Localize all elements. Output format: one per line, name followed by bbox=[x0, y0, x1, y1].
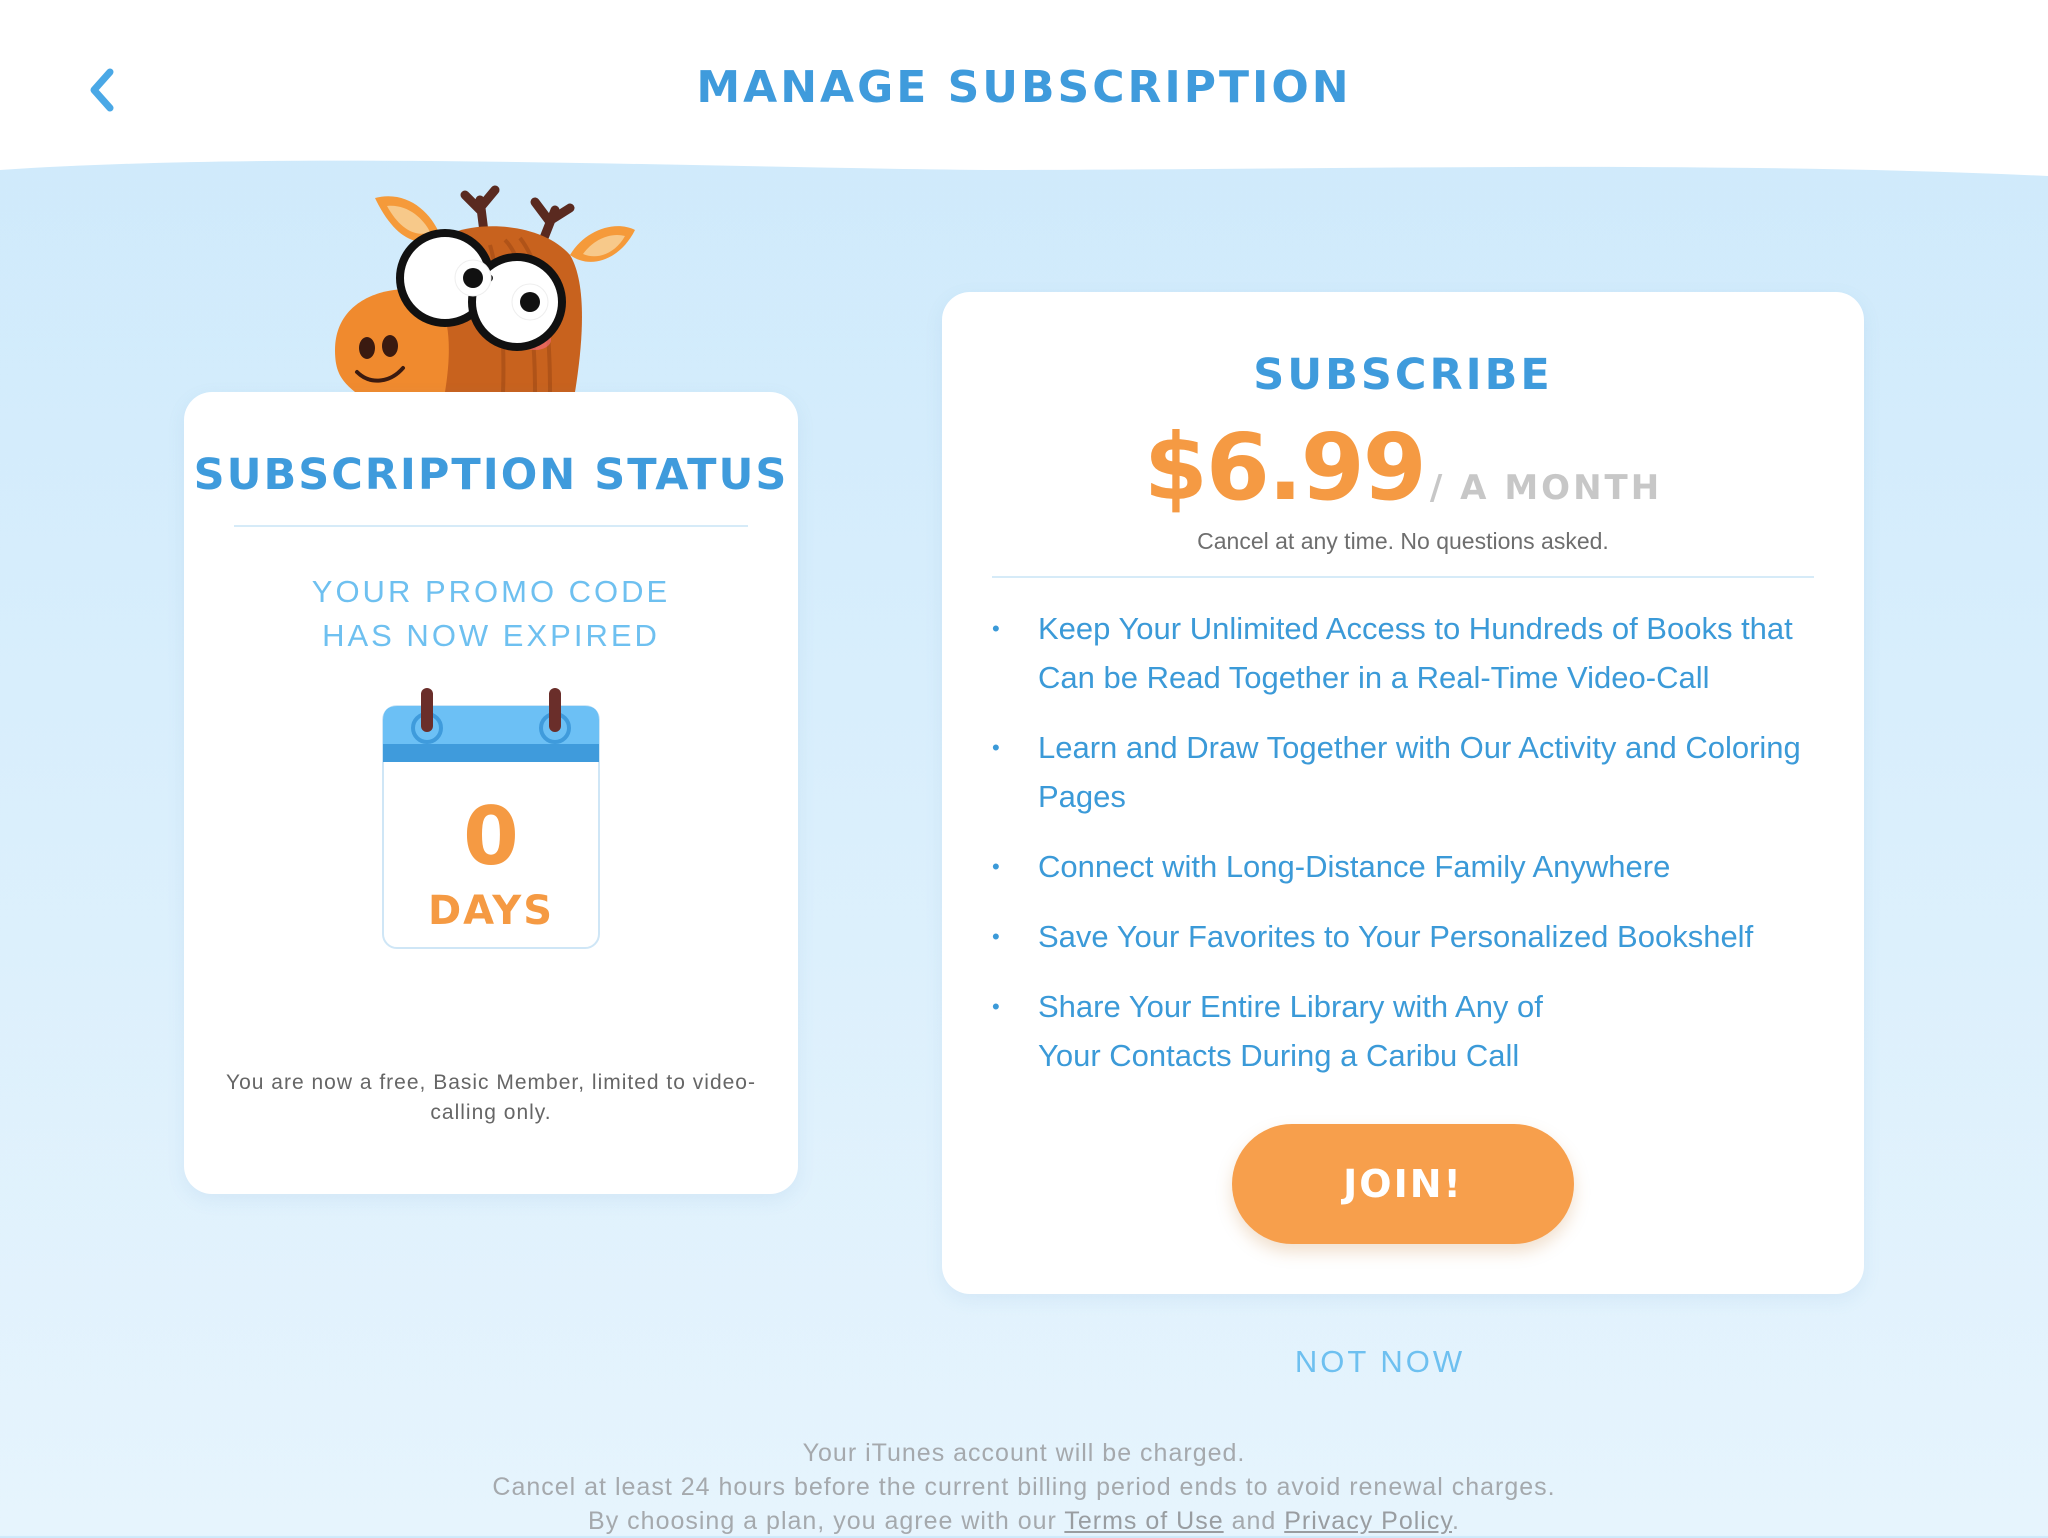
top-bar: MANAGE SUBSCRIPTION bbox=[0, 0, 2048, 190]
subscribe-title: SUBSCRIBE bbox=[1253, 350, 1553, 400]
divider bbox=[234, 525, 748, 527]
subscribe-card: SUBSCRIBE $6.99 / A MONTH Cancel at any … bbox=[942, 292, 1864, 1294]
privacy-policy-link[interactable]: Privacy Policy bbox=[1284, 1507, 1452, 1535]
page-title: MANAGE SUBSCRIPTION bbox=[696, 62, 1352, 113]
bullet-icon: • bbox=[992, 994, 1000, 1019]
days-remaining-count: 0 bbox=[463, 790, 519, 883]
legal-line-3-middle: and bbox=[1223, 1507, 1285, 1535]
bullet-icon: • bbox=[992, 924, 1000, 949]
join-button[interactable]: JOIN! bbox=[1232, 1124, 1574, 1244]
subscription-status-card: SUBSCRIPTION STATUS YOUR PROMO CODE HAS … bbox=[184, 392, 798, 1194]
moose-mascot-illustration bbox=[335, 185, 635, 392]
legal-line-1: Your iTunes account will be charged. bbox=[802, 1439, 1246, 1467]
legal-disclaimer: Your iTunes account will be charged. Can… bbox=[0, 1436, 2048, 1538]
not-now-button[interactable]: NOT NOW bbox=[1280, 1344, 1480, 1380]
cancel-anytime-note: Cancel at any time. No questions asked. bbox=[1197, 528, 1609, 554]
feature-text: Learn and Draw Together with Our Activit… bbox=[1038, 730, 1801, 814]
feature-text: Keep Your Unlimited Access to Hundreds o… bbox=[1038, 611, 1793, 695]
feature-item: • Learn and Draw Together with Our Activi… bbox=[992, 723, 1812, 821]
feature-text: Connect with Long-Distance Family Anywhe… bbox=[1038, 849, 1671, 884]
bullet-icon: • bbox=[992, 854, 1000, 879]
terms-of-use-link[interactable]: Terms of Use bbox=[1064, 1507, 1223, 1535]
feature-item: • Keep Your Unlimited Access to Hundreds … bbox=[992, 604, 1812, 702]
price-amount: $6.99 bbox=[1143, 414, 1427, 521]
feature-item: • Save Your Favorites to Your Personalize… bbox=[992, 912, 1812, 961]
member-status-note: You are now a free, Basic Member, limite… bbox=[226, 1071, 756, 1124]
feature-text: Share Your Entire Library with Any of Yo… bbox=[1038, 989, 1543, 1073]
legal-line-3-suffix: . bbox=[1452, 1507, 1460, 1535]
price-row: $6.99 / A MONTH bbox=[942, 414, 1864, 521]
legal-line-3-prefix: By choosing a plan, you agree with our bbox=[588, 1507, 1065, 1535]
promo-line-2: HAS NOW EXPIRED bbox=[322, 618, 660, 653]
legal-line-2: Cancel at least 24 hours before the curr… bbox=[492, 1473, 1556, 1501]
bullet-icon: • bbox=[992, 735, 1000, 760]
feature-item: • Connect with Long-Distance Family Anywh… bbox=[992, 842, 1812, 891]
feature-item: • Share Your Entire Library with Any of Y… bbox=[992, 982, 1558, 1080]
legal-line-3: By choosing a plan, you agree with our T… bbox=[0, 1504, 2048, 1538]
feature-text: Save Your Favorites to Your Personalized… bbox=[1038, 919, 1754, 954]
promo-expired-message: YOUR PROMO CODE HAS NOW EXPIRED bbox=[184, 570, 798, 658]
promo-line-1: YOUR PROMO CODE bbox=[311, 574, 671, 609]
status-card-title: SUBSCRIPTION STATUS bbox=[193, 450, 789, 500]
feature-list: • Keep Your Unlimited Access to Hundreds … bbox=[992, 604, 1812, 1101]
days-label: DAYS bbox=[427, 888, 555, 934]
price-period: / A MONTH bbox=[1429, 468, 1663, 508]
bullet-icon: • bbox=[992, 616, 1000, 641]
divider bbox=[992, 576, 1814, 578]
